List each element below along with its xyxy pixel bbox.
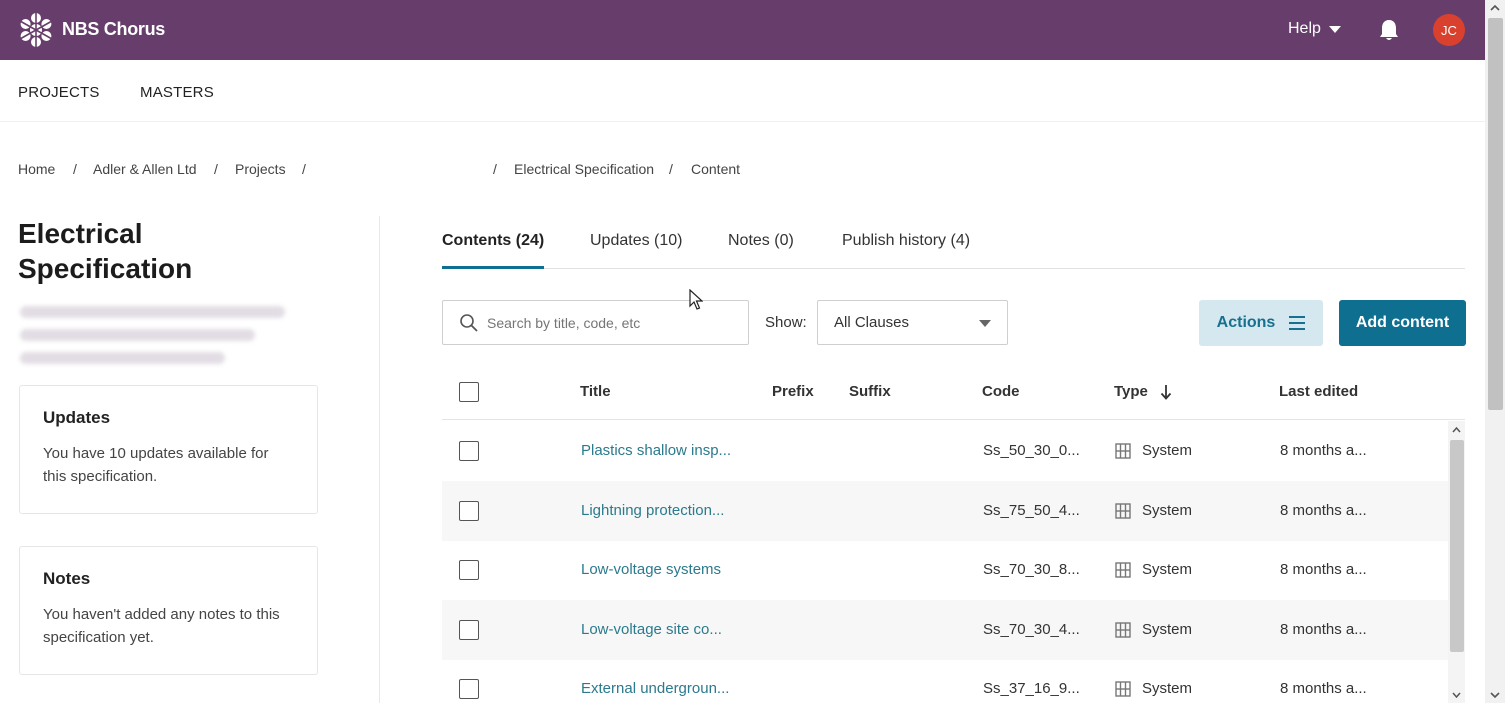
nav-projects[interactable]: PROJECTS bbox=[18, 84, 100, 101]
tab-notes[interactable]: Notes (0) bbox=[728, 232, 794, 269]
row-last-edited: 8 months a... bbox=[1280, 561, 1367, 578]
row-type: System bbox=[1142, 561, 1193, 578]
actions-button[interactable]: Actions bbox=[1199, 300, 1323, 346]
system-type-icon bbox=[1115, 681, 1131, 697]
row-type: System bbox=[1142, 680, 1193, 697]
column-prefix[interactable]: Prefix bbox=[772, 383, 814, 400]
column-code[interactable]: Code bbox=[982, 383, 1020, 400]
tab-publish-history[interactable]: Publish history (4) bbox=[842, 232, 970, 269]
table-scroll-thumb[interactable] bbox=[1450, 440, 1464, 652]
breadcrumb-home[interactable]: Home bbox=[18, 161, 55, 177]
table-row[interactable]: Low-voltage systems Ss_70_30_8... System… bbox=[442, 540, 1448, 600]
help-label: Help bbox=[1288, 20, 1321, 37]
breadcrumb-specification[interactable]: Electrical Specification bbox=[514, 161, 654, 177]
table-header: Title Prefix Suffix Code Type Last edite… bbox=[442, 370, 1465, 420]
system-type-icon bbox=[1115, 443, 1131, 459]
row-code: Ss_50_30_0... bbox=[983, 442, 1080, 459]
divider bbox=[379, 216, 380, 703]
actions-label: Actions bbox=[1216, 314, 1276, 331]
table-row[interactable]: Lightning protection... Ss_75_50_4... Sy… bbox=[442, 481, 1448, 541]
row-checkbox[interactable] bbox=[459, 441, 479, 461]
add-content-button[interactable]: Add content bbox=[1339, 300, 1466, 346]
sort-descending-icon[interactable] bbox=[1160, 384, 1172, 400]
system-type-icon bbox=[1115, 622, 1131, 638]
breadcrumb-separator: / bbox=[214, 161, 218, 177]
redacted-text bbox=[20, 329, 255, 341]
show-label: Show: bbox=[765, 314, 807, 331]
system-type-icon bbox=[1115, 562, 1131, 578]
mouse-pointer-icon bbox=[689, 289, 703, 310]
breadcrumb-separator: / bbox=[669, 161, 673, 177]
row-title-link[interactable]: Low-voltage site co... bbox=[581, 621, 722, 638]
row-code: Ss_37_16_9... bbox=[983, 680, 1080, 697]
breadcrumb-client[interactable]: Adler & Allen Ltd bbox=[93, 161, 197, 177]
updates-card-text: You have 10 updates available for this s… bbox=[43, 445, 269, 485]
table-row[interactable]: External undergroun... Ss_37_16_9... Sys… bbox=[442, 659, 1448, 703]
breadcrumb-separator: / bbox=[73, 161, 77, 177]
notes-card: Notes You haven't added any notes to thi… bbox=[19, 546, 318, 675]
search-input[interactable] bbox=[487, 314, 727, 331]
clause-filter-value: All Clauses bbox=[834, 314, 910, 331]
table-row[interactable]: Plastics shallow insp... Ss_50_30_0... S… bbox=[442, 421, 1448, 481]
row-last-edited: 8 months a... bbox=[1280, 680, 1367, 697]
system-type-icon bbox=[1115, 503, 1131, 519]
row-code: Ss_70_30_8... bbox=[983, 561, 1080, 578]
clause-filter-select[interactable]: All Clauses bbox=[817, 300, 1008, 345]
table-scroll-up-icon[interactable] bbox=[1451, 425, 1462, 435]
row-code: Ss_70_30_4... bbox=[983, 621, 1080, 638]
breadcrumb-separator: / bbox=[302, 161, 306, 177]
row-code: Ss_75_50_4... bbox=[983, 502, 1080, 519]
top-bar: NBS Chorus Help JC bbox=[0, 0, 1485, 60]
row-type: System bbox=[1142, 621, 1193, 638]
content-tabs: Contents (24) Updates (10) Notes (0) Pub… bbox=[442, 232, 1465, 269]
row-title-link[interactable]: External undergroun... bbox=[581, 680, 729, 697]
table-scroll-down-icon[interactable] bbox=[1451, 690, 1462, 700]
page-scroll-thumb[interactable] bbox=[1488, 18, 1503, 410]
row-type: System bbox=[1142, 442, 1193, 459]
search-icon bbox=[460, 313, 478, 332]
updates-card: Updates You have 10 updates available fo… bbox=[19, 385, 318, 514]
menu-icon bbox=[1289, 316, 1306, 330]
avatar[interactable]: JC bbox=[1433, 14, 1465, 46]
column-type[interactable]: Type bbox=[1114, 383, 1148, 400]
tab-updates[interactable]: Updates (10) bbox=[590, 232, 683, 269]
scroll-down-icon[interactable] bbox=[1489, 689, 1501, 701]
scroll-up-icon[interactable] bbox=[1489, 2, 1501, 14]
sub-navigation: PROJECTS MASTERS bbox=[0, 60, 1485, 122]
page-title: Electrical Specification bbox=[18, 218, 193, 284]
row-title-link[interactable]: Plastics shallow insp... bbox=[581, 442, 731, 459]
row-checkbox[interactable] bbox=[459, 679, 479, 699]
chevron-down-icon bbox=[979, 320, 991, 327]
row-last-edited: 8 months a... bbox=[1280, 621, 1367, 638]
tab-contents[interactable]: Contents (24) bbox=[442, 232, 545, 269]
breadcrumb-projects[interactable]: Projects bbox=[235, 161, 286, 177]
help-menu[interactable]: Help bbox=[1288, 20, 1341, 38]
row-checkbox[interactable] bbox=[459, 501, 479, 521]
select-all-checkbox[interactable] bbox=[459, 382, 479, 402]
row-last-edited: 8 months a... bbox=[1280, 442, 1367, 459]
row-last-edited: 8 months a... bbox=[1280, 502, 1367, 519]
column-last-edited[interactable]: Last edited bbox=[1279, 383, 1358, 400]
updates-card-heading: Updates bbox=[43, 408, 111, 427]
column-suffix[interactable]: Suffix bbox=[849, 383, 891, 400]
brand-name[interactable]: NBS Chorus bbox=[62, 19, 165, 40]
redacted-text bbox=[20, 352, 225, 364]
column-title[interactable]: Title bbox=[580, 383, 611, 400]
chevron-down-icon bbox=[1328, 25, 1341, 33]
row-type: System bbox=[1142, 502, 1193, 519]
notes-card-heading: Notes bbox=[43, 569, 91, 588]
breadcrumb-current: Content bbox=[691, 161, 741, 177]
table-row[interactable]: Low-voltage site co... Ss_70_30_4... Sys… bbox=[442, 600, 1448, 660]
table-body: Plastics shallow insp... Ss_50_30_0... S… bbox=[442, 421, 1448, 703]
row-checkbox[interactable] bbox=[459, 560, 479, 580]
nav-masters[interactable]: MASTERS bbox=[140, 84, 214, 101]
row-title-link[interactable]: Lightning protection... bbox=[581, 502, 724, 519]
breadcrumb-separator: / bbox=[493, 161, 497, 177]
row-checkbox[interactable] bbox=[459, 620, 479, 640]
redacted-text bbox=[20, 306, 285, 318]
nbs-logo-icon[interactable] bbox=[18, 12, 54, 48]
row-title-link[interactable]: Low-voltage systems bbox=[581, 561, 721, 578]
notes-card-text: You haven't added any notes to this spec… bbox=[43, 606, 280, 646]
notifications-bell-icon[interactable] bbox=[1378, 18, 1400, 42]
